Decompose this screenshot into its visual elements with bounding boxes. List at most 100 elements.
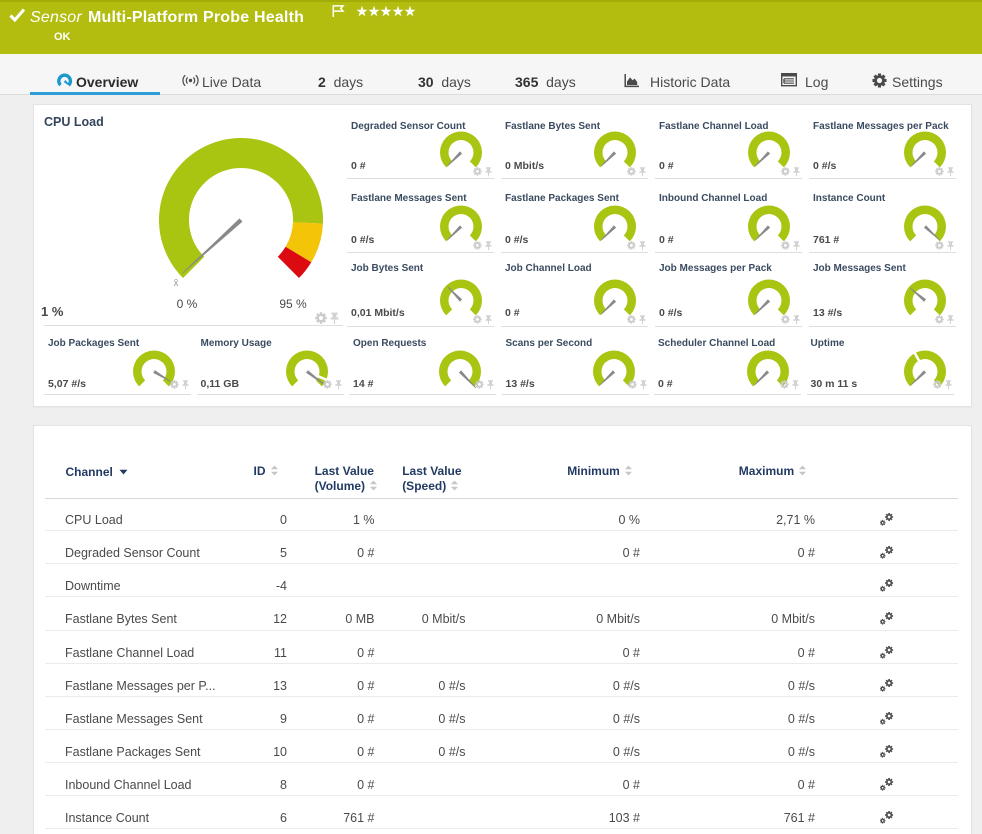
cell-last-value-volume: 0 MB: [285, 597, 375, 630]
cell-last-value-speed: 0 Mbit/s: [376, 597, 466, 630]
table-row[interactable]: Degraded Sensor Count 5 0 # 0 # 0 #: [34, 531, 973, 564]
pin-icon[interactable]: [640, 380, 647, 390]
star-icon[interactable]: [404, 4, 416, 22]
tab-2-days[interactable]: 2 days: [318, 54, 428, 94]
gauge-gear-icon[interactable]: [935, 167, 944, 176]
gauge-gear-icon[interactable]: [935, 315, 944, 324]
cell-minimum: 0 #: [530, 763, 640, 796]
gauge-gear-icon[interactable]: [933, 380, 942, 389]
pin-icon[interactable]: [793, 167, 800, 177]
tab-365-days[interactable]: 365 days: [515, 54, 625, 94]
cell-channel-name[interactable]: Inbound Channel Load: [65, 763, 192, 796]
pin-icon[interactable]: [639, 315, 646, 325]
gauge-gear-icon[interactable]: [935, 241, 944, 250]
pin-icon[interactable]: [947, 167, 954, 177]
pin-icon[interactable]: [639, 167, 646, 177]
table-row[interactable]: Downtime -4: [34, 564, 973, 597]
gauge-gear-icon[interactable]: [170, 380, 179, 389]
gauge-gear-icon[interactable]: [323, 380, 332, 389]
cell-channel-name[interactable]: Downtime: [65, 564, 121, 597]
gauge-gear-icon[interactable]: [627, 167, 636, 176]
pin-icon[interactable]: [335, 380, 342, 390]
table-row[interactable]: CPU Load 0 1 % 0 % 2,71 %: [34, 498, 973, 531]
gauge-gear-icon[interactable]: [781, 241, 790, 250]
gears-icon[interactable]: [880, 712, 894, 730]
gears-icon[interactable]: [880, 612, 894, 630]
cell-channel-name[interactable]: CPU Load: [65, 498, 123, 531]
gauge-gear-icon[interactable]: [627, 241, 636, 250]
cell-channel-name[interactable]: Fastlane Channel Load: [65, 631, 194, 664]
cell-divider: [655, 326, 802, 327]
gauge-gear-icon[interactable]: [473, 241, 482, 250]
gears-icon[interactable]: [880, 579, 894, 597]
column-header-id[interactable]: ID: [254, 464, 279, 479]
cell-channel-name[interactable]: Fastlane Packages Sent: [65, 730, 201, 763]
column-header-channel[interactable]: Channel: [66, 464, 128, 479]
column-header-minimum[interactable]: Minimum: [567, 464, 633, 479]
gauge-title: Fastlane Bytes Sent: [505, 121, 600, 132]
tab-settings[interactable]: Settings: [872, 54, 982, 94]
table-row[interactable]: Fastlane Messages per P... 13 0 # 0 #/s …: [34, 664, 973, 697]
cell-channel-name[interactable]: Instance Count: [65, 796, 149, 829]
pin-icon[interactable]: [182, 380, 189, 390]
column-header-last-value-speed[interactable]: Last Value(Speed): [402, 464, 461, 495]
tab-label: 30 days: [418, 74, 471, 90]
gauge-gear-icon[interactable]: [473, 315, 482, 324]
table-row[interactable]: Fastlane Messages Sent 9 0 # 0 #/s 0 #/s…: [34, 697, 973, 730]
column-header-maximum[interactable]: Maximum: [739, 464, 807, 479]
gears-icon[interactable]: [880, 745, 894, 763]
cell-maximum: 2,71 %: [705, 498, 815, 531]
gears-icon[interactable]: [880, 778, 894, 796]
gauge-gear-icon[interactable]: [475, 380, 484, 389]
pin-icon[interactable]: [485, 315, 492, 325]
table-row[interactable]: Fastlane Packages Sent 10 0 # 0 #/s 0 #/…: [34, 730, 973, 763]
pin-icon[interactable]: [947, 241, 954, 251]
gears-icon[interactable]: [880, 546, 894, 564]
tab-historic-data[interactable]: Historic Data: [624, 54, 734, 94]
cell-channel-name[interactable]: Fastlane Messages Sent: [65, 697, 203, 730]
gauge-gear-icon[interactable]: [780, 380, 789, 389]
pin-icon[interactable]: [945, 380, 952, 390]
pin-icon[interactable]: [793, 241, 800, 251]
tab-overview[interactable]: Overview: [56, 54, 166, 94]
star-icon[interactable]: [380, 4, 392, 22]
star-icon[interactable]: [392, 4, 404, 22]
pin-icon[interactable]: [485, 241, 492, 251]
cell-channel-name[interactable]: Degraded Sensor Count: [65, 531, 200, 564]
cell-channel-name[interactable]: Fastlane Bytes Sent: [65, 597, 177, 630]
gauge-gear-icon[interactable]: [781, 315, 790, 324]
gauge-gear-icon[interactable]: [473, 167, 482, 176]
star-icon[interactable]: [356, 4, 368, 22]
table-row[interactable]: Fastlane Bytes Sent 12 0 MB 0 Mbit/s 0 M…: [34, 597, 973, 630]
table-row[interactable]: Instance Count 6 761 # 103 # 761 #: [34, 796, 973, 829]
gears-icon[interactable]: [880, 646, 894, 664]
gears-icon[interactable]: [880, 811, 894, 829]
gauge-gear-icon[interactable]: [627, 315, 636, 324]
flag-icon[interactable]: [332, 5, 345, 23]
gauge-gear-icon[interactable]: [315, 312, 327, 324]
pin-icon[interactable]: [947, 315, 954, 325]
cell-last-value-volume: 0 #: [285, 531, 375, 564]
tab-live-data[interactable]: Live Data: [182, 54, 292, 94]
star-icon[interactable]: [368, 4, 380, 22]
gears-icon[interactable]: [880, 679, 894, 697]
priority-stars[interactable]: [356, 4, 416, 22]
check-icon: [8, 7, 27, 29]
pin-icon[interactable]: [330, 312, 339, 325]
cell-last-value-speed: 0 #/s: [376, 697, 466, 730]
pin-icon[interactable]: [487, 380, 494, 390]
pin-icon[interactable]: [639, 241, 646, 251]
gauge-gear-icon[interactable]: [628, 380, 637, 389]
pin-icon[interactable]: [485, 167, 492, 177]
pin-icon[interactable]: [792, 380, 799, 390]
table-row[interactable]: Fastlane Channel Load 11 0 # 0 # 0 #: [34, 631, 973, 664]
tab-30-days[interactable]: 30 days: [418, 54, 528, 94]
gears-icon[interactable]: [880, 513, 894, 531]
gauge-gear-icon[interactable]: [781, 167, 790, 176]
pin-icon[interactable]: [793, 315, 800, 325]
table-row[interactable]: Inbound Channel Load 8 0 # 0 # 0 #: [34, 763, 973, 796]
cell-minimum: [530, 564, 640, 597]
column-header-last-value-volume[interactable]: Last Value(Volume): [315, 464, 378, 495]
gauge-value: 0,11 GB: [201, 378, 240, 390]
cell-channel-name[interactable]: Fastlane Messages per P...: [65, 664, 216, 697]
